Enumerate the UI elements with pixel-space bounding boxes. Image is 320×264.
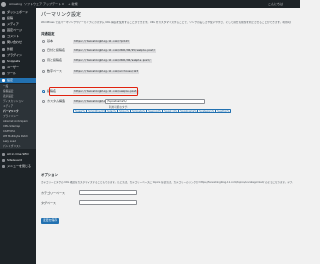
tag-button-minute[interactable]: %minute% xyxy=(130,109,147,113)
tag-button-category[interactable]: %category% xyxy=(197,109,217,113)
example-url: https://tanoshingblog-11.com/2021/06/25/… xyxy=(73,48,157,53)
admin-bar: Amazing ソフトウェア アップデート 0 + 新規 こんにちは xyxy=(0,0,300,8)
tools-icon xyxy=(2,72,5,75)
appearance-icon xyxy=(2,48,5,51)
contact-icon xyxy=(2,41,5,44)
sidebar-item-media[interactable]: メディア xyxy=(0,22,36,27)
wordpress-logo-icon[interactable] xyxy=(1,0,7,8)
settings-icon xyxy=(2,79,5,82)
permalink-option-plain[interactable]: 基本 https://tanoshingblog-11.com/?p=123 xyxy=(42,39,262,45)
tag-base-input[interactable] xyxy=(79,200,137,205)
example-url: https://tanoshingblog-11.com/archives/12… xyxy=(73,69,140,74)
tag-button-postname[interactable]: %postname% xyxy=(178,109,199,113)
tag-button-author[interactable]: %author% xyxy=(215,109,232,113)
pages-icon xyxy=(2,29,5,32)
sidebar-item-settings[interactable]: 設定 xyxy=(0,78,36,83)
common-settings-heading: 共通設定 xyxy=(41,32,55,36)
optional-heading: オプション xyxy=(41,173,58,177)
sidebar-item-comments[interactable]: コメント xyxy=(0,34,36,39)
main-content: パーマリンク設定 WordPress ではパーマリンクやアーカイブにカスタム U… xyxy=(36,8,300,264)
dashboard-icon xyxy=(2,11,5,14)
sidebar-item-plugins[interactable]: プラグイン xyxy=(0,53,36,58)
collapse-icon xyxy=(2,165,5,168)
posts-icon xyxy=(2,17,5,20)
permalink-option-numeric[interactable]: 数字ベース https://tanoshingblog-11.com/archi… xyxy=(42,69,262,75)
sidebar-item-posts[interactable]: 投稿 xyxy=(0,16,36,21)
post-name-highlight-box xyxy=(49,87,138,96)
radio-day-name[interactable] xyxy=(42,49,45,52)
intro-text: WordPress ではパーマリンクやアーカイブにカスタム URL 構造を使用す… xyxy=(41,21,291,24)
snippets-icon xyxy=(2,60,5,63)
updates-link[interactable]: ソフトウェア アップデート xyxy=(24,0,61,8)
radio-numeric[interactable] xyxy=(42,70,45,73)
sidebar-item-siteguard[interactable]: SiteGuard xyxy=(0,158,36,163)
example-url: https://tanoshingblog-11.com/2021/06/sam… xyxy=(73,58,152,63)
sidebar-collapse-menu[interactable]: メニューを閉じる xyxy=(0,164,36,169)
tag-button-second[interactable]: %second% xyxy=(146,109,164,113)
siteguard-icon xyxy=(2,159,5,162)
permalink-option-day-name[interactable]: 日付と投稿名 https://tanoshingblog-11.com/2021… xyxy=(42,48,262,54)
media-icon xyxy=(2,23,5,26)
admin-sidebar: ダッシュボード 投稿 メディア 固定ページ コメント 問い合わせ 外観 プラグイ… xyxy=(0,8,36,264)
new-content-link[interactable]: + 新規 xyxy=(68,0,77,8)
page-title: パーマリンク設定 xyxy=(41,12,82,18)
radio-custom[interactable] xyxy=(42,100,45,103)
radio-month-name[interactable] xyxy=(42,59,45,62)
sidebar-item-tools[interactable]: ツール xyxy=(0,71,36,76)
radio-post-name[interactable] xyxy=(42,90,45,93)
sidebar-item-contact[interactable]: 問い合わせ xyxy=(0,40,36,45)
tag-button-post-id[interactable]: %post_id% xyxy=(162,109,180,113)
sidebar-item-appearance[interactable]: 外観 xyxy=(0,47,36,52)
sidebar-item-dashboard[interactable]: ダッシュボード xyxy=(0,10,36,15)
comments-count[interactable]: 0 xyxy=(62,0,64,8)
tag-base-label: タグベース xyxy=(41,201,56,205)
sidebar-item-users[interactable]: ユーザー xyxy=(0,65,36,70)
example-url: https://tanoshingblog-11.com/?p=123 xyxy=(73,39,130,44)
submenu-breadcrumb[interactable]: パンくずリスト xyxy=(0,144,36,149)
sidebar-item-snippets[interactable]: Snippets xyxy=(0,59,36,64)
permalink-option-month-name[interactable]: 月と投稿名 https://tanoshingblog-11.com/2021/… xyxy=(42,58,262,64)
plugins-icon xyxy=(2,54,5,57)
radio-plain[interactable] xyxy=(42,40,45,43)
seo-icon xyxy=(2,153,5,156)
account-greeting[interactable]: こんにちは xyxy=(268,0,283,8)
sidebar-item-pages[interactable]: 固定ページ xyxy=(0,28,36,33)
available-tags-label: 利用可能なタグ: xyxy=(109,105,129,109)
category-base-input[interactable] xyxy=(79,190,137,195)
site-name-link[interactable]: Amazing xyxy=(9,0,22,8)
comments-icon xyxy=(2,35,5,38)
category-base-label: カテゴリーベース xyxy=(41,191,65,195)
custom-structure-input[interactable]: /%postname%/ xyxy=(105,99,205,104)
users-icon xyxy=(2,66,5,69)
tag-button-hour[interactable]: %hour% xyxy=(117,109,132,113)
sidebar-item-all-in-one-seo[interactable]: All in One SEO xyxy=(0,152,36,157)
save-changes-button[interactable]: 変更を保存 xyxy=(41,218,59,224)
tag-button-year[interactable]: %year% xyxy=(73,109,87,113)
optional-description: カテゴリーとタグの URL 構造をカスタマイズすることもできます。たとえば、カテ… xyxy=(41,181,293,184)
tag-button-day[interactable]: %day% xyxy=(105,109,118,113)
